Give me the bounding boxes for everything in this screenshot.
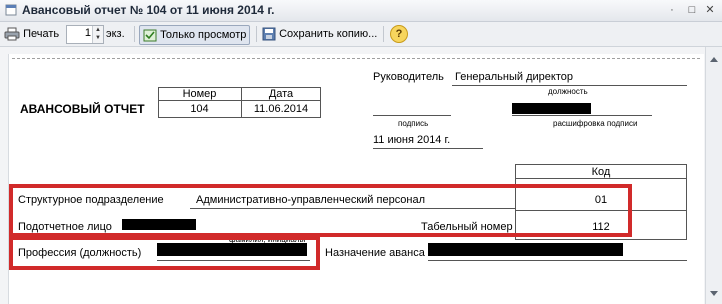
head-date: 11 июня 2014 г. (373, 134, 451, 146)
report-number: 104 (190, 103, 209, 115)
title-bar: Авансовый отчет № 104 от 11 июня 2014 г.… (0, 0, 722, 22)
toolbar-divider (256, 26, 257, 42)
save-copy-button[interactable]: Сохранить копию... (262, 25, 377, 43)
menu-dots-button[interactable]: · (664, 2, 680, 18)
save-copy-label: Сохранить копию... (279, 28, 378, 40)
stepper-arrows[interactable]: ▲ ▼ (92, 26, 103, 43)
readonly-icon (143, 29, 157, 42)
copies-unit: экз. (106, 28, 125, 40)
date-header: Дата (268, 88, 294, 100)
code-header-divider (515, 178, 687, 179)
table-header-divider (158, 100, 321, 101)
signature-caption: подпись (398, 119, 429, 128)
decode-caption: расшифровка подписи (553, 119, 638, 128)
document-icon (5, 4, 17, 16)
close-button[interactable]: ✕ (702, 2, 718, 18)
redacted-advance-purpose (428, 243, 623, 256)
toolbar: Печать 1 ▲ ▼ экз. Только просмотр Сохрани… (0, 22, 722, 47)
maximize-button[interactable]: □ (684, 2, 700, 18)
report-title: АВАНСОВЫЙ ОТЧЕТ (20, 102, 145, 116)
readonly-toggle[interactable]: Только просмотр (139, 25, 251, 45)
highlight-unit-and-person (9, 184, 632, 237)
copies-stepper[interactable]: 1 ▲ ▼ (66, 25, 104, 44)
toolbar-divider (383, 26, 384, 42)
save-icon (262, 27, 276, 41)
vertical-scrollbar[interactable] (705, 47, 722, 304)
position-caption: должность (548, 87, 588, 96)
readonly-label: Только просмотр (160, 29, 247, 41)
printer-icon (4, 27, 20, 41)
print-button[interactable]: Печать (4, 25, 59, 43)
head-position-line (452, 85, 687, 86)
head-position-value: Генеральный директор (455, 71, 573, 83)
advance-purpose-label: Назначение аванса (325, 247, 425, 259)
page-top-edge (12, 58, 700, 59)
help-icon[interactable]: ? (390, 25, 408, 43)
report-window: Авансовый отчет № 104 от 11 июня 2014 г.… (0, 0, 722, 304)
head-label: Руководитель (373, 71, 444, 83)
head-date-line (373, 148, 483, 149)
signature-line (373, 115, 451, 116)
window-title: Авансовый отчет № 104 от 11 июня 2014 г. (22, 3, 275, 17)
advance-purpose-line (428, 260, 687, 261)
report-date: 11.06.2014 (253, 103, 309, 115)
print-label: Печать (23, 28, 60, 40)
redacted-head-name (512, 103, 591, 114)
copies-value[interactable]: 1 (85, 27, 91, 39)
decode-line (512, 115, 652, 116)
number-header: Номер (182, 88, 217, 100)
scroll-up-icon[interactable] (710, 57, 718, 62)
scroll-down-icon[interactable] (710, 291, 718, 296)
code-header: Код (591, 166, 611, 178)
highlight-profession (9, 236, 320, 270)
toolbar-divider (134, 26, 135, 42)
